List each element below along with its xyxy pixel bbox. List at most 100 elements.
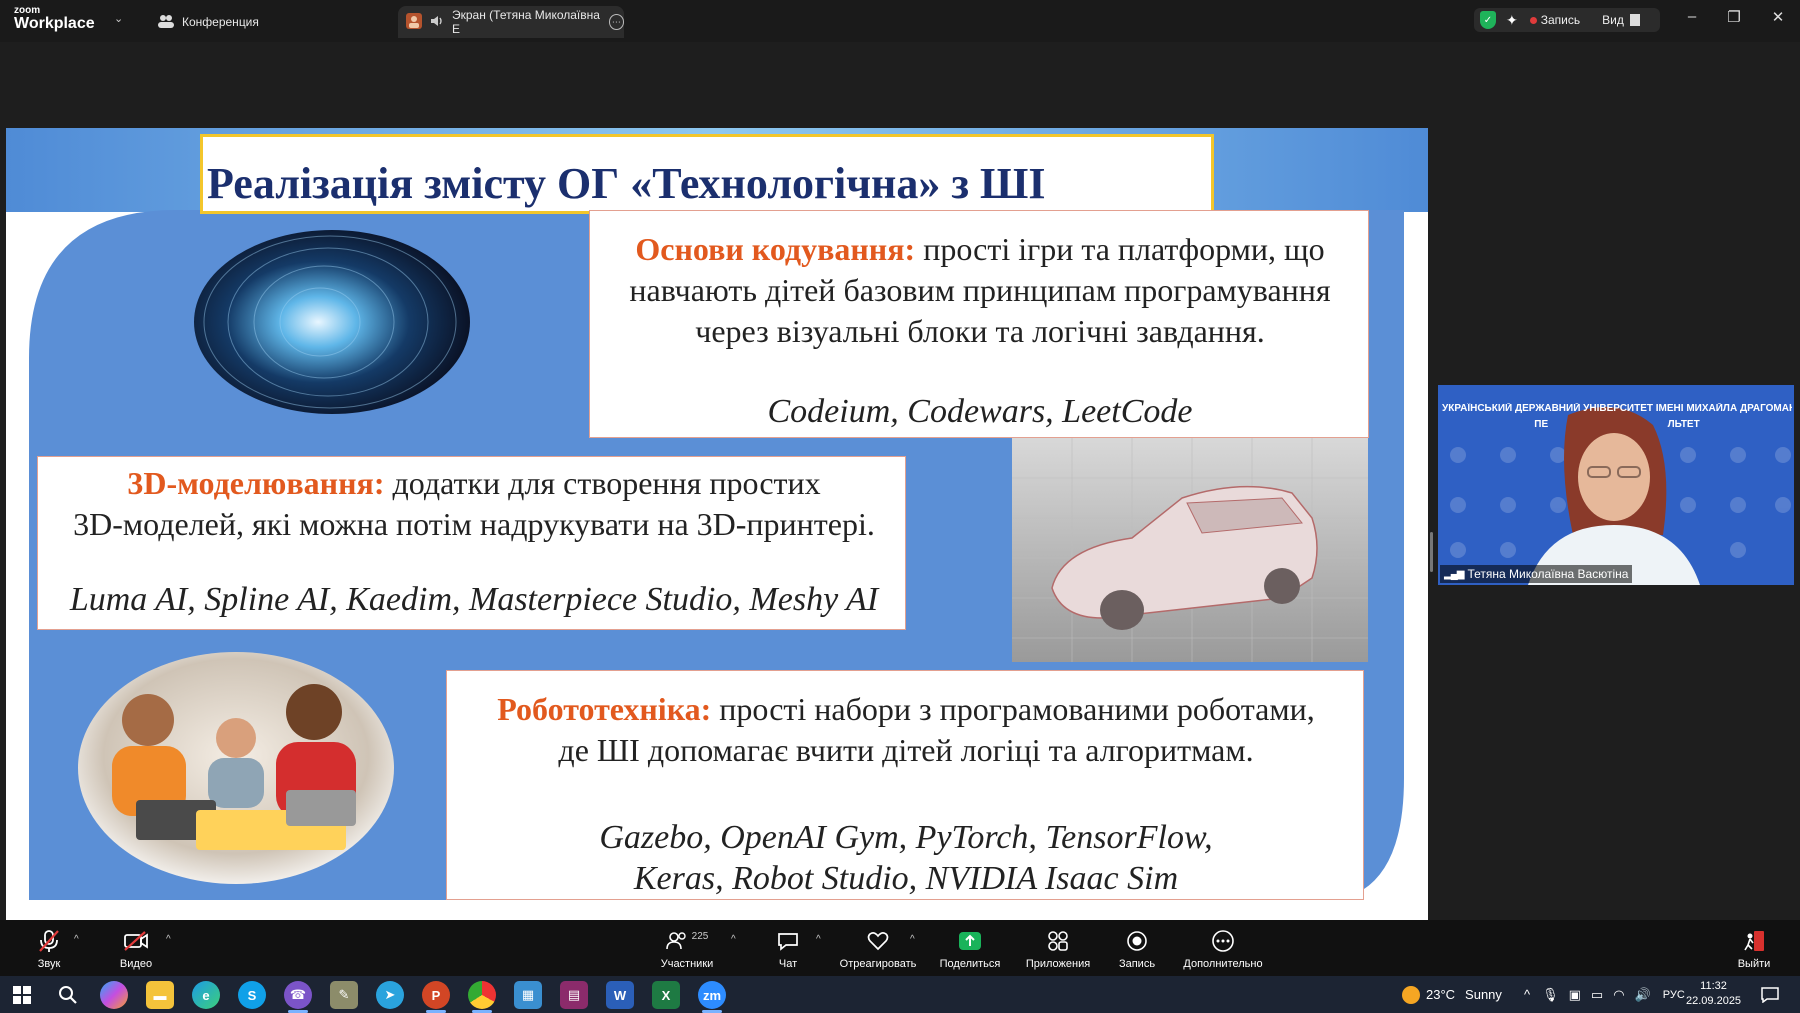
- video-button[interactable]: Видео: [81, 928, 191, 970]
- powerpoint-icon[interactable]: P: [422, 981, 450, 1013]
- modeling-tools: Luma AI, Spline AI, Kaedim, Masterpiece …: [69, 581, 879, 618]
- view-button[interactable]: Вид: [1602, 13, 1624, 27]
- robotics-tools: Gazebo, OpenAI Gym, PyTorch, TensorFlow,…: [453, 817, 1359, 899]
- coding-text-line2: навчають дітей базовим принципам програм…: [629, 272, 1331, 308]
- excel-icon[interactable]: X: [652, 981, 680, 1009]
- weather-widget[interactable]: 23°C Sunny: [1402, 976, 1502, 1013]
- restore-icon[interactable]: ❐: [1724, 8, 1744, 26]
- minimize-icon[interactable]: –: [1682, 8, 1702, 25]
- battery-icon[interactable]: ▭: [1591, 987, 1603, 1003]
- participant-name-tag: ▂▄▆ Тетяна Миколаївна Васютіна: [1440, 565, 1633, 583]
- windows-taskbar: ▬ e S ☎ ✎ ➤ P ▦ ▤ W X zm 23°C Sunny ^ 🎙 …: [0, 976, 1800, 1013]
- copilot-icon[interactable]: [100, 981, 128, 1009]
- robotics-tools-line1: Gazebo, OpenAI Gym, PyTorch, TensorFlow,: [599, 819, 1213, 856]
- volume-icon[interactable]: 🔊: [1635, 987, 1651, 1003]
- people-icon: [158, 14, 174, 31]
- weather-condition: Sunny: [1465, 987, 1502, 1002]
- avatar-icon: [406, 12, 422, 32]
- binary-tunnel-image: [194, 230, 470, 414]
- sun-weather-icon: [1402, 985, 1420, 1004]
- more-button[interactable]: Дополнительно: [1168, 928, 1278, 970]
- wifi-icon[interactable]: ◠: [1613, 987, 1624, 1003]
- coding-heading: Основи кодування:: [635, 231, 916, 267]
- participants-icon: 225: [632, 928, 742, 954]
- slide-title: Реалізація змісту ОГ «Технологічна» з ШІ: [207, 159, 1046, 208]
- tab-screen-share[interactable]: Экран (Тетяна Миколаївна Е ⋯: [398, 6, 624, 38]
- more-label: Дополнительно: [1183, 958, 1263, 970]
- participants-label: Участники: [660, 958, 714, 970]
- panel-resize-handle[interactable]: [1430, 532, 1433, 572]
- coding-text-line3: через візуальні блоки та логічні завданн…: [695, 313, 1265, 349]
- chevron-down-icon[interactable]: ⌄: [114, 12, 123, 25]
- file-explorer-icon[interactable]: ▬: [146, 981, 174, 1009]
- leave-button[interactable]: Выйти: [1699, 928, 1800, 970]
- chat-options-chevron-icon[interactable]: ^: [816, 934, 821, 945]
- more-options-icon[interactable]: ⋯: [608, 14, 624, 30]
- zoom-app-icon[interactable]: zm: [698, 981, 726, 1013]
- notifications-icon[interactable]: [1756, 981, 1784, 1009]
- photos-icon[interactable]: ▦: [514, 981, 542, 1009]
- zoom-logo[interactable]: zoom Workplace: [14, 6, 95, 32]
- tab-meeting[interactable]: Конференция: [158, 6, 259, 38]
- tab-meeting-label: Конференция: [182, 15, 259, 29]
- participants-button[interactable]: 225 Участники: [632, 928, 742, 971]
- participant-video-tile[interactable]: УКРАЇНСЬКИЙ ДЕРЖАВНИЙ УНІВЕРСИТЕТ ІМЕНІ …: [1438, 385, 1794, 585]
- car-3d-model-image: [1012, 438, 1368, 662]
- input-language-indicator[interactable]: РУС: [1663, 989, 1685, 1001]
- meeting-stage: Реалізація змісту ОГ «Технологічна» з ШІ: [0, 42, 1800, 928]
- microphone-icon[interactable]: 🎙: [1542, 987, 1559, 1003]
- system-clock[interactable]: 11:32 22.09.2025: [1686, 979, 1741, 1009]
- windows-start-icon[interactable]: [8, 981, 36, 1009]
- logo-workplace-text: Workplace: [14, 15, 95, 32]
- camera-off-icon: [81, 928, 191, 954]
- modeling-heading: 3D-моделювання:: [127, 465, 385, 501]
- robotics-description: Робототехніка: прості набори з програмов…: [453, 689, 1359, 771]
- robotics-text-line2: де ШІ допомагає вчити дітей логіці та ал…: [558, 732, 1254, 768]
- recording-label[interactable]: Запись: [1541, 13, 1580, 27]
- video-options-chevron-icon[interactable]: ^: [166, 934, 171, 945]
- kids-robotics-image: [78, 652, 394, 884]
- participants-count: 225: [691, 930, 709, 942]
- display-icon[interactable]: ▣: [1569, 987, 1581, 1003]
- coding-text-line1: прості ігри та платформи, що: [915, 231, 1325, 267]
- telegram-icon[interactable]: ➤: [376, 981, 404, 1009]
- recording-dot-icon: [1529, 16, 1537, 24]
- winrar-icon[interactable]: ▤: [560, 981, 588, 1009]
- tab-screen-share-label: Экран (Тетяна Миколаївна Е: [452, 8, 600, 36]
- clock-date: 22.09.2025: [1686, 995, 1742, 1007]
- modeling-text-line2: 3D-моделей, які можна потім надрукувати …: [73, 506, 875, 542]
- more-dots-icon: [1168, 928, 1278, 954]
- chrome-icon[interactable]: [468, 981, 496, 1013]
- coding-tools: Codeium, Codewars, LeetCode: [767, 393, 1193, 430]
- shared-slide: Реалізація змісту ОГ «Технологічна» з ШІ: [6, 128, 1428, 928]
- robotics-heading: Робототехніка:: [497, 691, 712, 727]
- view-layout-icon[interactable]: [1629, 14, 1640, 26]
- tray-overflow-chevron-icon[interactable]: ^: [1524, 987, 1530, 1002]
- utility-app-icon[interactable]: ✎: [330, 981, 358, 1009]
- edge-browser-icon[interactable]: e: [192, 981, 220, 1009]
- participant-name: Тетяна Миколаївна Васютіна: [1467, 567, 1629, 581]
- modeling-text-line1: додатки для створення простих: [384, 465, 821, 501]
- shield-check-icon[interactable]: ✓: [1480, 11, 1496, 29]
- meeting-status-pill: ✓ ✦ Запись Вид: [1474, 8, 1660, 32]
- weather-temperature: 23°C: [1426, 987, 1456, 1002]
- system-tray: ^ 🎙 ▣ ▭ ◠ 🔊 РУС: [1524, 976, 1685, 1013]
- coding-description: Основи кодування: прості ігри та платфор…: [596, 229, 1364, 352]
- search-icon[interactable]: [54, 981, 82, 1009]
- react-options-chevron-icon[interactable]: ^: [910, 934, 915, 945]
- robotics-tools-line2: Keras, Robot Studio, NVIDIA Isaac Sim: [633, 860, 1179, 897]
- speaker-icon: [430, 14, 444, 31]
- skype-icon[interactable]: S: [238, 981, 266, 1009]
- meeting-controls-toolbar: Звук ^ Видео ^ 225 Участники ^ Чат ^ Отр…: [0, 920, 1800, 976]
- exit-door-icon: [1699, 928, 1800, 954]
- viber-icon[interactable]: ☎: [284, 981, 312, 1013]
- close-icon[interactable]: ✕: [1768, 8, 1788, 26]
- modeling-card: 3D-моделювання: додатки для створення пр…: [37, 456, 906, 630]
- word-icon[interactable]: W: [606, 981, 634, 1009]
- webcam-video-frame: [1438, 385, 1794, 585]
- robotics-text-line1: прості набори з програмованими роботами,: [711, 691, 1315, 727]
- audio-options-chevron-icon[interactable]: ^: [74, 934, 79, 945]
- ai-sparkle-icon[interactable]: ✦: [1506, 12, 1518, 29]
- robotics-card: Робототехніка: прості набори з програмов…: [446, 670, 1364, 900]
- clock-time: 11:32: [1700, 980, 1727, 992]
